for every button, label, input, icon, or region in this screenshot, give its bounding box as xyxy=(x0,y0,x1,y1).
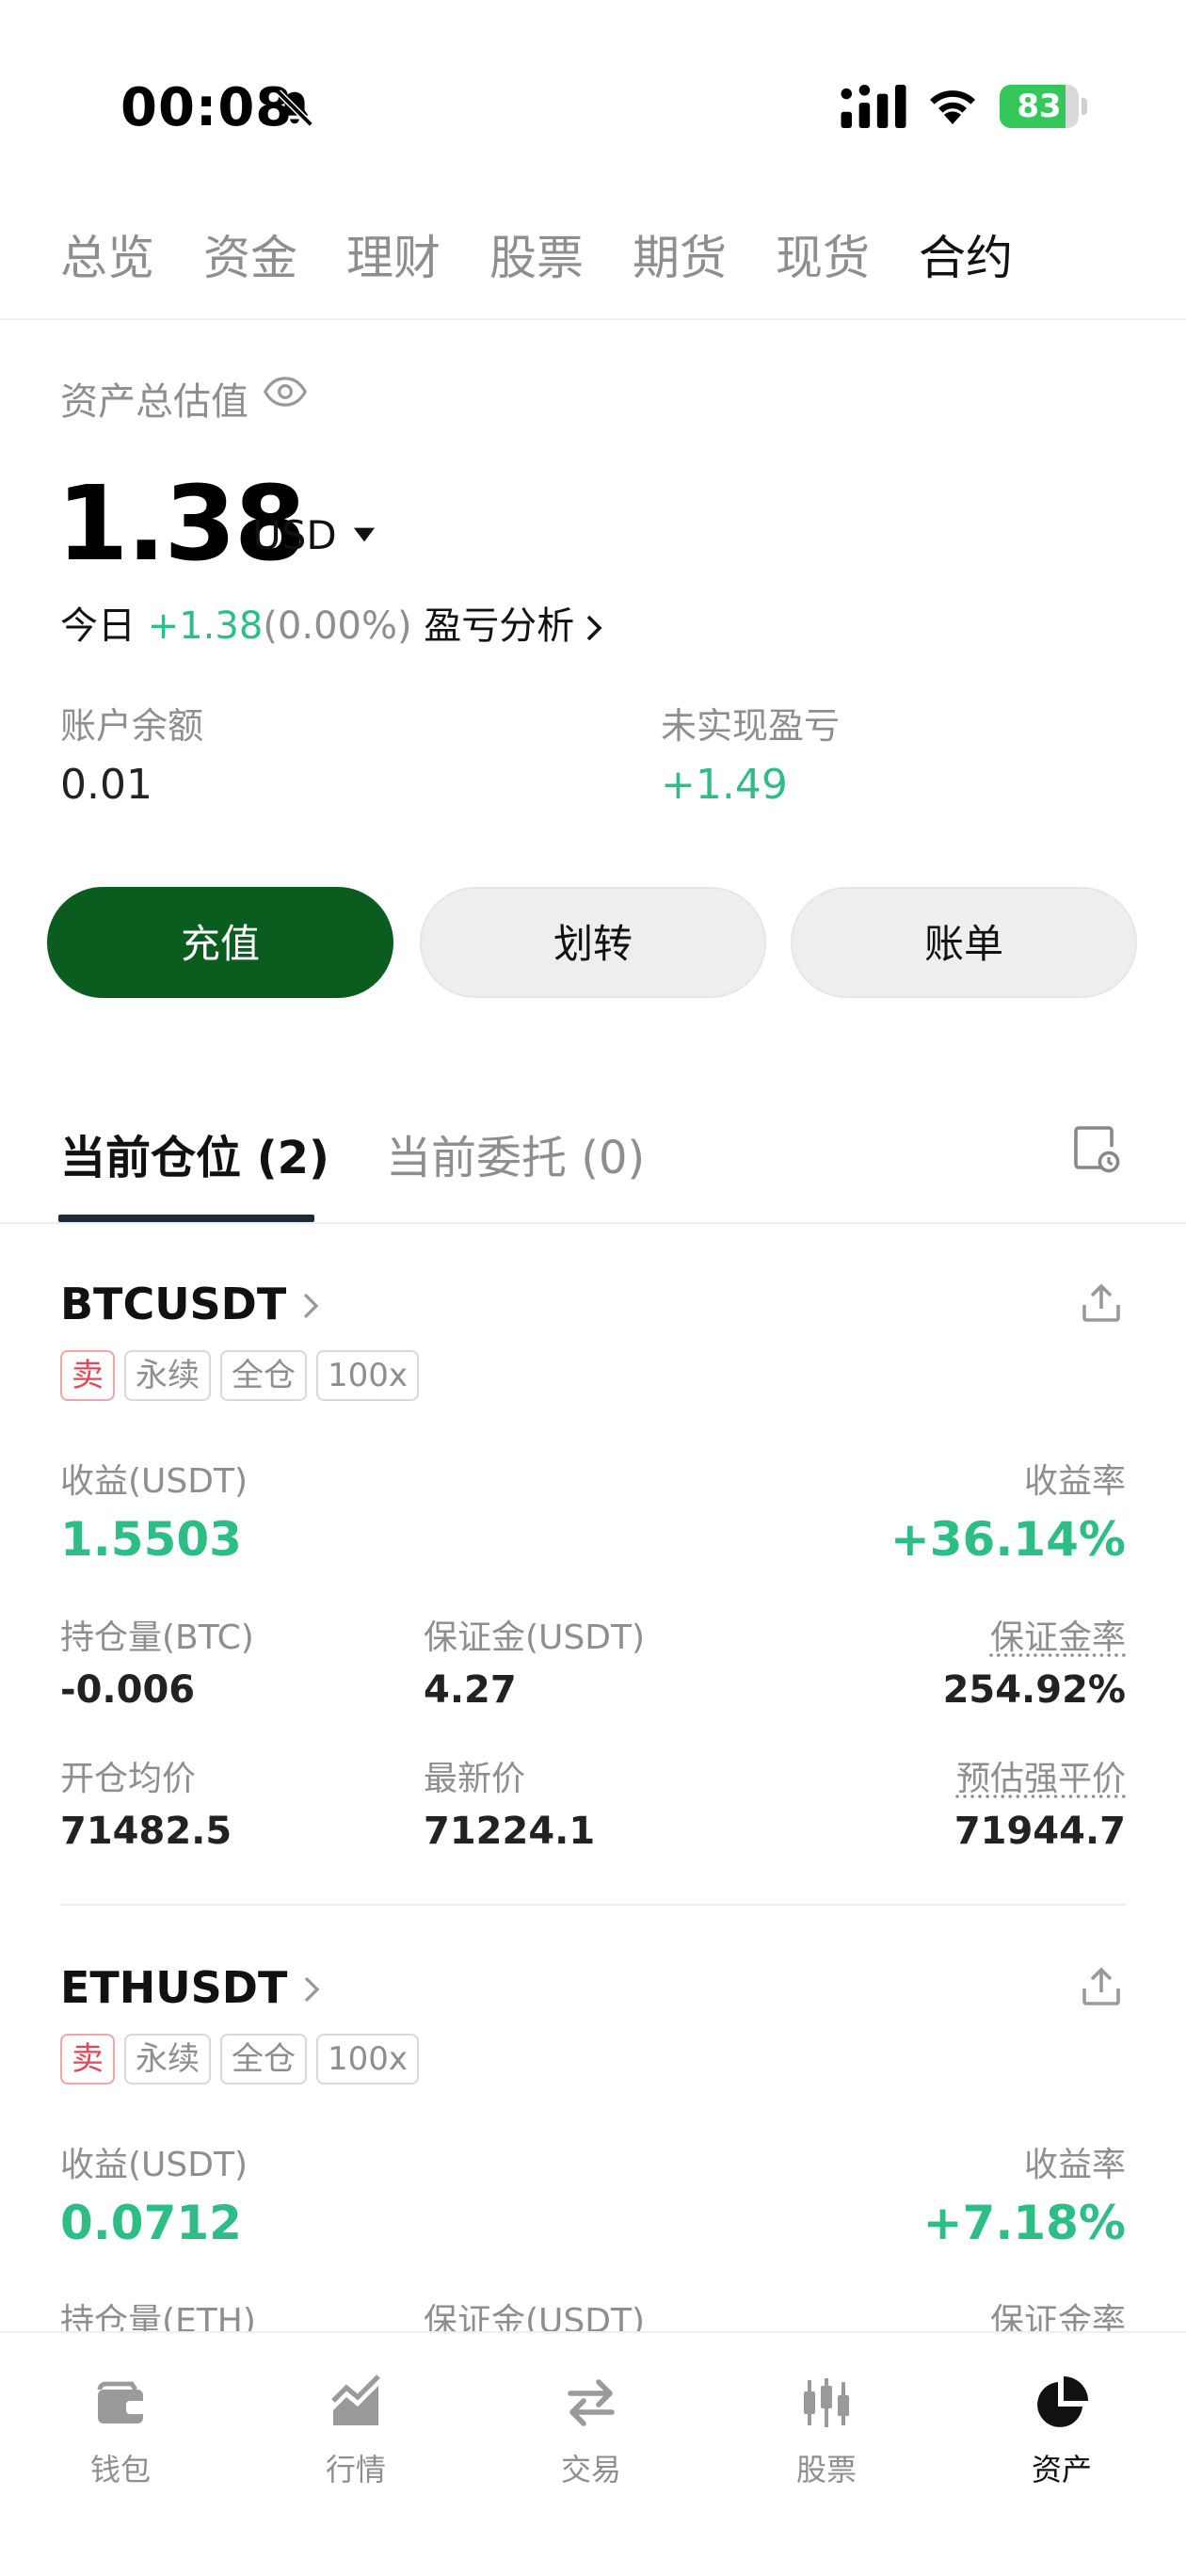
today-percent: (0.00%) xyxy=(263,604,412,648)
type-tag: 永续 xyxy=(124,1350,211,1401)
roe-value: +7.18% xyxy=(922,2196,1126,2250)
nav-assets[interactable]: 资产 xyxy=(977,2373,1146,2489)
today-change: +1.38 xyxy=(147,604,264,648)
roe-label: 收益率 xyxy=(1023,1462,1126,1501)
swap-icon xyxy=(568,2379,615,2426)
pnl-label: 收益(USDT) xyxy=(60,2146,248,2184)
status-time: 00:08 xyxy=(120,77,294,138)
total-assets-label: 资产总估值 xyxy=(60,380,248,424)
chevron-right-icon[interactable] xyxy=(584,614,604,642)
tab-earn[interactable]: 理财 xyxy=(346,220,441,288)
pie-chart-icon xyxy=(1037,2376,1088,2427)
tab-overview[interactable]: 总览 xyxy=(60,220,154,288)
type-tag: 永续 xyxy=(124,2034,211,2085)
balance-label: 账户余额 xyxy=(60,705,204,747)
leverage-tag: 100x xyxy=(316,2034,420,2085)
balance-value: 0.01 xyxy=(60,761,152,809)
signal-icon xyxy=(841,85,906,128)
chart-icon xyxy=(331,2375,380,2425)
bill-button[interactable]: 账单 xyxy=(791,887,1137,998)
caret-down-icon[interactable] xyxy=(352,525,377,544)
tab-current-orders[interactable]: 当前委托 (0) xyxy=(386,1120,645,1186)
nav-trade[interactable]: 交易 xyxy=(506,2373,676,2489)
today-label: 今日 xyxy=(60,604,136,648)
chevron-right-icon[interactable] xyxy=(302,1975,321,2004)
margin-ratio-label[interactable]: 保证金率 xyxy=(990,1610,1126,1659)
size-value: -0.006 xyxy=(60,1668,196,1712)
active-tab-underline xyxy=(58,1215,314,1222)
margin-ratio-value: 254.92% xyxy=(942,1668,1126,1712)
pnl-value: 0.0712 xyxy=(60,2196,242,2250)
wifi-icon xyxy=(930,90,975,124)
margin-value: 4.27 xyxy=(424,1668,517,1712)
liq-price-value: 71944.7 xyxy=(954,1810,1126,1853)
bell-muted-icon xyxy=(276,89,313,127)
nav-stocks[interactable]: 股票 xyxy=(742,2373,911,2489)
pnl-value: 1.5503 xyxy=(60,1512,242,1567)
margin-label: 保证金(USDT) xyxy=(424,1618,646,1657)
card-divider xyxy=(60,1904,1126,1906)
last-price-value: 71224.1 xyxy=(424,1810,596,1853)
nav-markets-label: 行情 xyxy=(325,2452,386,2487)
nav-markets[interactable]: 行情 xyxy=(271,2373,441,2489)
leverage-tag: 100x xyxy=(316,1350,420,1401)
tab-stocks[interactable]: 股票 xyxy=(489,220,584,288)
top-tab-bar: 总览 资金 理财 股票 期货 现货 合约 xyxy=(0,217,1186,320)
positions-tab-bar: 当前仓位 (2) 当前委托 (0) xyxy=(0,1111,1186,1224)
unrealized-pnl-value: +1.49 xyxy=(661,761,788,809)
wallet-icon xyxy=(97,2381,145,2423)
transfer-button[interactable]: 划转 xyxy=(420,887,766,998)
chevron-right-icon[interactable] xyxy=(301,1292,320,1320)
roe-label: 收益率 xyxy=(1023,2146,1126,2184)
today-pnl-row: 今日 +1.38(0.00%) 盈亏分析 xyxy=(60,595,604,650)
eye-icon[interactable] xyxy=(264,375,307,409)
tab-futures[interactable]: 期货 xyxy=(633,220,727,288)
position-tags: 卖永续 全仓 100x xyxy=(60,2034,428,2085)
position-symbol[interactable]: ETHUSDT xyxy=(60,1962,287,2013)
tab-spot[interactable]: 现货 xyxy=(776,220,870,288)
nav-wallet[interactable]: 钱包 xyxy=(36,2373,205,2489)
position-tags: 卖永续 全仓 100x xyxy=(60,1350,428,1401)
battery-percent: 83 xyxy=(1017,88,1062,125)
unrealized-pnl-label: 未实现盈亏 xyxy=(661,705,841,747)
last-price-label: 最新价 xyxy=(424,1760,526,1798)
nav-wallet-label: 钱包 xyxy=(89,2452,151,2487)
share-icon[interactable] xyxy=(1079,1280,1124,1326)
nav-assets-label: 资产 xyxy=(1031,2452,1092,2487)
size-label: 持仓量(BTC) xyxy=(60,1618,254,1657)
bottom-nav: 钱包 行情 交易 股票 资产 xyxy=(0,2331,1186,2576)
pnl-analysis-link[interactable]: 盈亏分析 xyxy=(424,604,574,648)
side-tag: 卖 xyxy=(60,1350,115,1401)
margin-mode-tag: 全仓 xyxy=(220,1350,307,1401)
share-icon[interactable] xyxy=(1079,1964,1124,2009)
status-bar: 00:08 83 xyxy=(0,0,1186,188)
tab-current-positions[interactable]: 当前仓位 (2) xyxy=(60,1120,329,1186)
candlestick-icon xyxy=(804,2378,849,2427)
roe-value: +36.14% xyxy=(890,1512,1126,1567)
liq-price-label[interactable]: 预估强平价 xyxy=(956,1751,1126,1800)
tab-contracts[interactable]: 合约 xyxy=(919,220,1013,288)
side-tag: 卖 xyxy=(60,2034,115,2085)
tab-funds[interactable]: 资金 xyxy=(203,220,297,288)
margin-mode-tag: 全仓 xyxy=(220,2034,307,2085)
deposit-button[interactable]: 充值 xyxy=(47,887,393,998)
order-history-icon[interactable] xyxy=(1071,1124,1120,1173)
entry-price-value: 71482.5 xyxy=(60,1810,232,1853)
pnl-label: 收益(USDT) xyxy=(60,1462,248,1501)
entry-price-label: 开仓均价 xyxy=(60,1760,197,1798)
position-symbol[interactable]: BTCUSDT xyxy=(60,1279,286,1329)
nav-trade-label: 交易 xyxy=(560,2452,621,2487)
battery-indicator: 83 xyxy=(1000,85,1087,128)
currency-unit[interactable]: USD xyxy=(252,512,337,558)
nav-stocks-label: 股票 xyxy=(795,2452,857,2487)
